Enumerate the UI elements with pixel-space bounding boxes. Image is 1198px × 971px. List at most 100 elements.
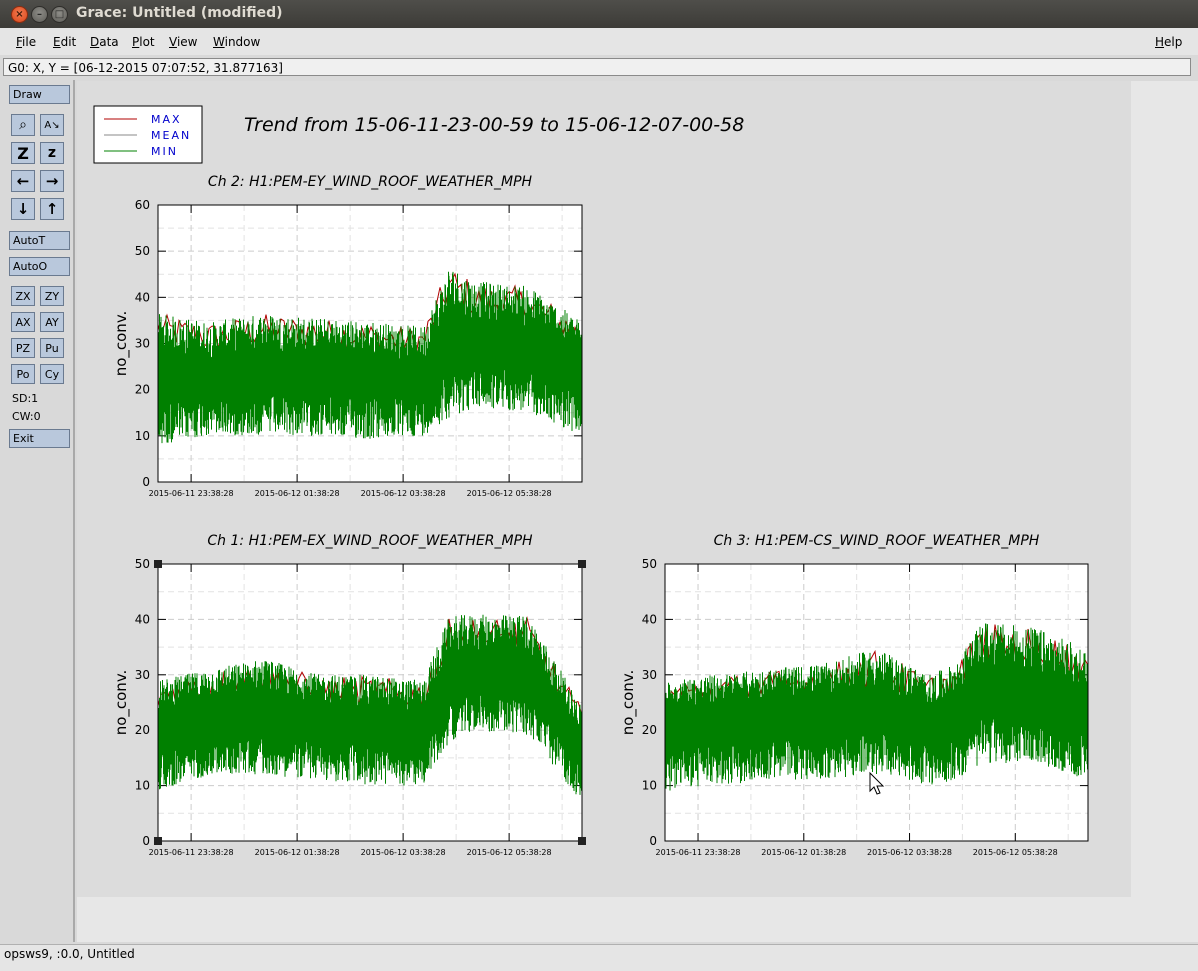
cw-label: CW:0 xyxy=(12,410,41,423)
zoom-y-button[interactable]: z xyxy=(40,142,64,164)
page-svg: MAX MEAN MIN Trend from 15-06-11-23-00-5… xyxy=(93,105,1089,857)
y-tick-label: 30 xyxy=(135,668,150,682)
chart-title: Ch 1: H1:PEM-EX_WIND_ROOF_WEATHER_MPH xyxy=(207,533,533,549)
y-tick-label: 0 xyxy=(649,834,657,848)
zx-button[interactable]: ZX xyxy=(11,286,35,306)
x-tick-label: 2015-06-12 03:38:28 xyxy=(867,848,952,857)
maximize-icon: □ xyxy=(54,9,65,20)
arrow-down-icon: ↓ xyxy=(16,200,30,218)
zy-button[interactable]: ZY xyxy=(40,286,64,306)
window-title: Grace: Untitled (modified) xyxy=(76,5,283,21)
window-maximize-button[interactable]: □ xyxy=(51,6,68,23)
draw-button[interactable]: Draw xyxy=(9,85,70,104)
y-tick-label: 10 xyxy=(135,779,150,793)
scroll-right-button[interactable]: → xyxy=(40,170,64,192)
graph-page: MAX MEAN MIN Trend from 15-06-11-23-00-5… xyxy=(77,81,1131,897)
selection-handle xyxy=(578,560,586,568)
page-title: Trend from 15-06-11-23-00-59 to 15-06-12… xyxy=(244,114,744,136)
x-tick-label: 2015-06-12 01:38:28 xyxy=(255,489,340,498)
zoom-x-button[interactable]: Z xyxy=(11,142,35,164)
chart-2: 0 10 20 30 40 50 2015-06-11 23:38:28 2015-06-12… xyxy=(112,533,586,857)
x-tick-label: 2015-06-12 05:38:28 xyxy=(467,489,552,498)
exit-button[interactable]: Exit xyxy=(9,429,70,448)
y-tick-label: 40 xyxy=(642,612,657,626)
arrow-up-icon: ↑ xyxy=(45,200,59,218)
ay-button[interactable]: AY xyxy=(40,312,64,332)
y-tick-label: 0 xyxy=(142,475,150,489)
selection-handle xyxy=(154,560,162,568)
zoom-y-icon: z xyxy=(47,145,57,161)
y-tick-label: 50 xyxy=(135,557,150,571)
y-tick-label: 20 xyxy=(135,723,150,737)
menu-help[interactable]: Help xyxy=(1155,35,1182,49)
pu-button[interactable]: Pu xyxy=(40,338,64,358)
selection-handle xyxy=(154,837,162,845)
y-tick-label: 50 xyxy=(135,244,150,258)
status-text: opsws9, :0.0, Untitled xyxy=(4,947,135,961)
x-tick-label: 2015-06-12 05:38:28 xyxy=(973,848,1058,857)
scroll-down-button[interactable]: ↓ xyxy=(11,198,35,220)
x-tick-label: 2015-06-12 01:38:28 xyxy=(761,848,846,857)
title-bar: × – □ Grace: Untitled (modified) xyxy=(0,0,1198,28)
chart-title: Ch 2: H1:PEM-EY_WIND_ROOF_WEATHER_MPH xyxy=(208,174,533,190)
y-tick-label: 20 xyxy=(642,723,657,737)
zoom-button[interactable]: ⌕ xyxy=(11,114,35,136)
menu-bar: File Edit Data Plot View Window Help xyxy=(0,28,1198,55)
y-axis-label: no_conv. xyxy=(112,311,131,377)
charts: 0 10 20 30 40 50 60 2015-06-11 23:38:28 2015-06-… xyxy=(112,174,1089,857)
y-tick-label: 40 xyxy=(135,290,150,304)
y-tick-label: 0 xyxy=(142,834,150,848)
x-tick-label: 2015-06-12 05:38:28 xyxy=(467,848,552,857)
zoom-icon: ⌕ xyxy=(19,117,27,133)
window-minimize-button[interactable]: – xyxy=(31,6,48,23)
drawing-canvas[interactable]: MAX MEAN MIN Trend from 15-06-11-23-00-5… xyxy=(77,81,1198,942)
status-bar xyxy=(0,944,1198,971)
autoscale-icon: A↘ xyxy=(44,119,60,131)
selection-handle xyxy=(578,837,586,845)
locator-bar: G0: X, Y = [06-12-2015 07:07:52, 31.8771… xyxy=(3,58,1191,76)
x-tick-label: 2015-06-11 23:38:28 xyxy=(149,489,234,498)
legend-label-min: MIN xyxy=(151,145,178,158)
autoo-button[interactable]: AutoO xyxy=(9,257,70,276)
x-tick-label: 2015-06-12 01:38:28 xyxy=(255,848,340,857)
autoscale-button[interactable]: A↘ xyxy=(40,114,64,136)
arrow-right-icon: → xyxy=(45,172,59,190)
zoom-x-icon: Z xyxy=(17,143,29,163)
menu-edit[interactable]: Edit xyxy=(53,35,76,49)
menu-plot[interactable]: Plot xyxy=(132,35,155,49)
y-tick-label: 30 xyxy=(135,337,150,351)
chart-title: Ch 3: H1:PEM-CS_WIND_ROOF_WEATHER_MPH xyxy=(714,533,1040,549)
x-tick-label: 2015-06-11 23:38:28 xyxy=(149,848,234,857)
legend: MAX MEAN MIN xyxy=(93,105,203,164)
scroll-left-button[interactable]: ← xyxy=(11,170,35,192)
y-tick-label: 50 xyxy=(642,557,657,571)
y-tick-label: 10 xyxy=(642,779,657,793)
y-tick-label: 40 xyxy=(135,612,150,626)
close-icon: × xyxy=(15,9,24,20)
y-tick-label: 10 xyxy=(135,429,150,443)
menu-data[interactable]: Data xyxy=(90,35,119,49)
x-tick-label: 2015-06-11 23:38:28 xyxy=(656,848,741,857)
window-close-button[interactable]: × xyxy=(11,6,28,23)
toolbox: Draw ⌕ A↘ Z z ← → ↓ ↑ AutoT AutoO ZX ZY … xyxy=(3,80,75,942)
ax-button[interactable]: AX xyxy=(11,312,35,332)
y-tick-label: 60 xyxy=(135,198,150,212)
x-tick-label: 2015-06-12 03:38:28 xyxy=(361,848,446,857)
legend-label-max: MAX xyxy=(151,113,182,126)
y-tick-label: 20 xyxy=(135,383,150,397)
menu-window[interactable]: Window xyxy=(213,35,260,49)
autot-button[interactable]: AutoT xyxy=(9,231,70,250)
menu-file[interactable]: File xyxy=(16,35,36,49)
x-tick-label: 2015-06-12 03:38:28 xyxy=(361,489,446,498)
arrow-left-icon: ← xyxy=(16,172,30,190)
chart-3: 0 10 20 30 40 50 2015-06-11 23:38:28 2015-06-12… xyxy=(619,533,1089,857)
po-button[interactable]: Po xyxy=(11,364,35,384)
minimize-icon: – xyxy=(37,9,42,20)
y-tick-label: 30 xyxy=(642,668,657,682)
y-axis-label: no_conv. xyxy=(112,670,131,736)
menu-view[interactable]: View xyxy=(169,35,197,49)
cy-button[interactable]: Cy xyxy=(40,364,64,384)
chart-1: 0 10 20 30 40 50 60 2015-06-11 23:38:28 2015-06-… xyxy=(112,174,583,498)
pz-button[interactable]: PZ xyxy=(11,338,35,358)
scroll-up-button[interactable]: ↑ xyxy=(40,198,64,220)
